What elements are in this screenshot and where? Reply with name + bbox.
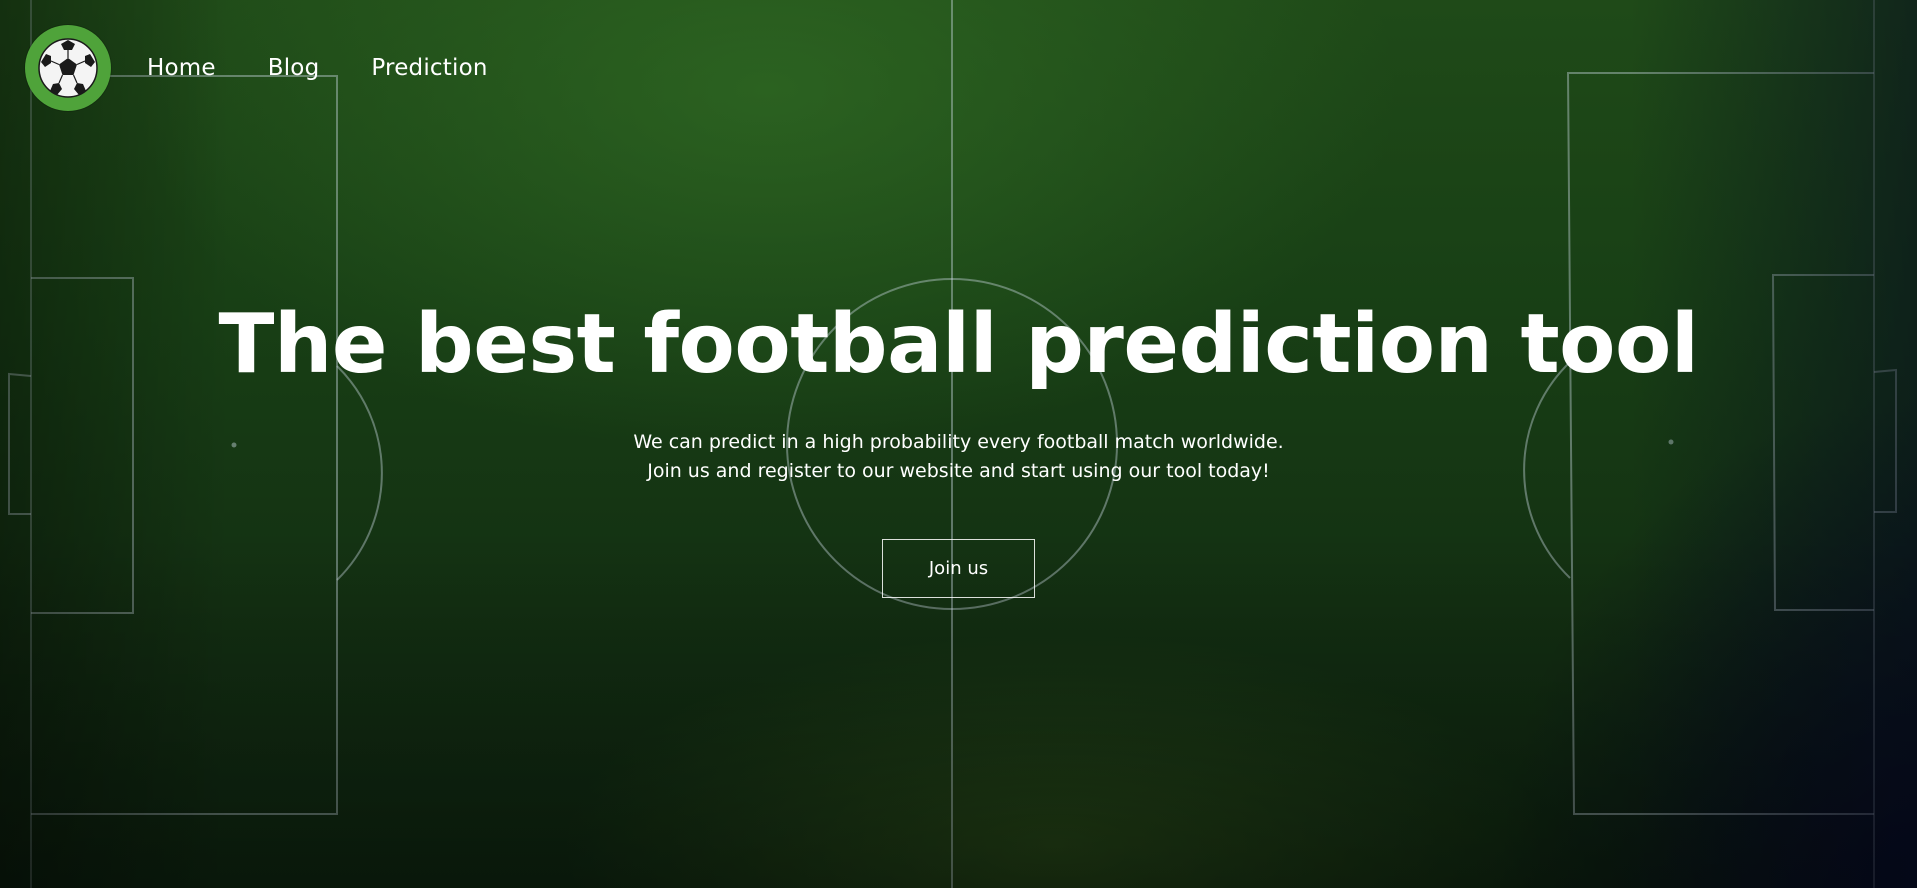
hero-subtitle-line-1: We can predict in a high probability eve… (633, 431, 1284, 453)
hero-section: Home Blog Prediction The best football p… (0, 0, 1917, 888)
nav-link-prediction[interactable]: Prediction (371, 56, 487, 80)
hero-title: The best football prediction tool (218, 297, 1699, 392)
hero-subtitle: We can predict in a high probability eve… (0, 428, 1917, 486)
nav-link-home[interactable]: Home (147, 56, 216, 80)
nav-link-blog[interactable]: Blog (268, 56, 320, 80)
hero-subtitle-line-2: Join us and register to our website and … (647, 460, 1270, 482)
main-nav: Home Blog Prediction (147, 56, 540, 80)
join-us-button[interactable]: Join us (882, 539, 1035, 598)
site-header: Home Blog Prediction (25, 24, 540, 112)
logo-link[interactable] (25, 25, 111, 111)
soccer-ball-icon (37, 37, 99, 99)
